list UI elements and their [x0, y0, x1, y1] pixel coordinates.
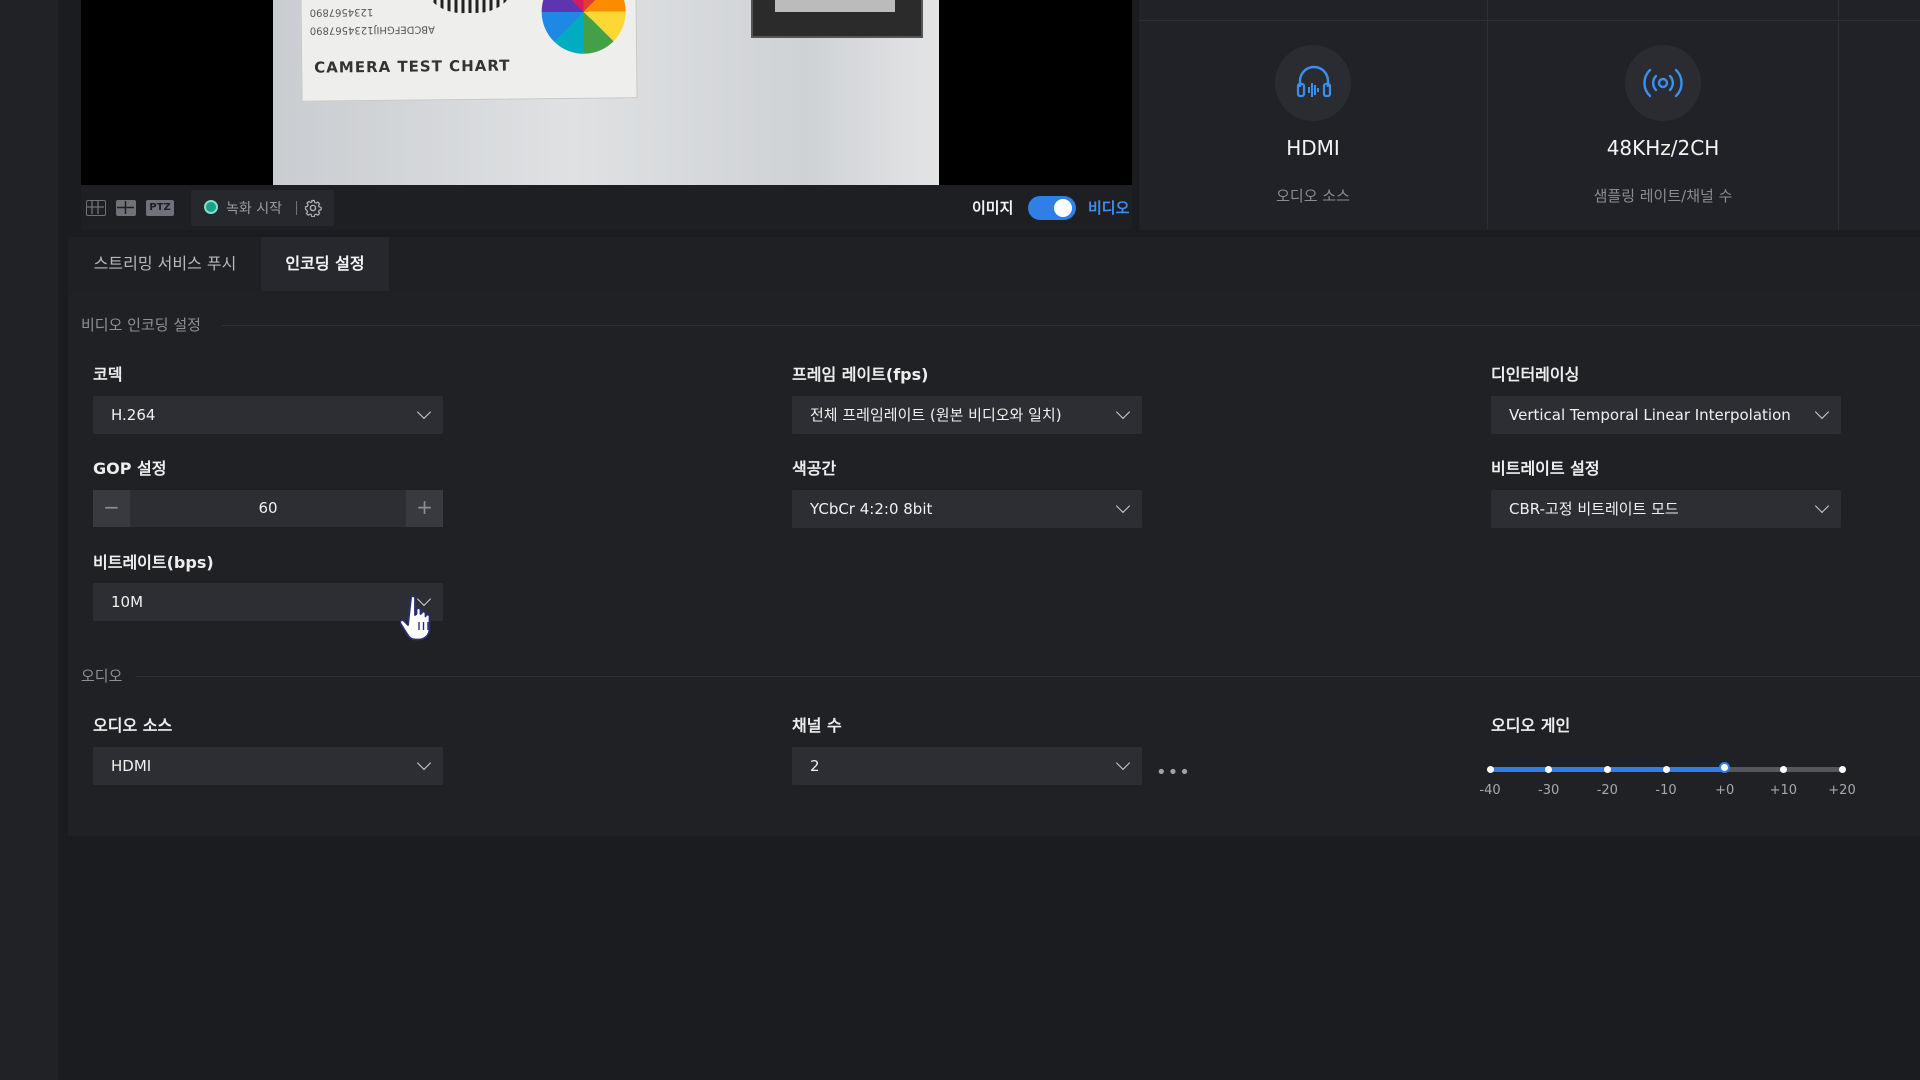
- gop-stepper: − 60 +: [93, 490, 443, 527]
- slider-step-dot: [1662, 766, 1670, 773]
- slider-step-dot: [1486, 766, 1494, 773]
- bitrate-mode-value: CBR-고정 비트레이트 모드: [1509, 500, 1679, 518]
- gain-tick-label: +10: [1769, 783, 1798, 798]
- layout-grid-icon[interactable]: [116, 200, 136, 216]
- chevron-down-icon: [416, 755, 432, 771]
- bitrate-mode-label: 비트레이트 설정: [1491, 459, 1600, 478]
- frame-rate-label: 프레임 레이트(fps): [792, 365, 929, 384]
- section-divider: [222, 325, 1920, 326]
- audio-section-title: 오디오: [81, 667, 123, 685]
- slider-step-dot: [1603, 766, 1611, 773]
- codec-value: H.264: [111, 406, 156, 424]
- slider-thumb[interactable]: [1719, 762, 1731, 773]
- bitrate-label: 비트레이트(bps): [93, 553, 214, 572]
- sample-rate-value: 48KHz/2CH: [1606, 136, 1720, 160]
- bitrate-select[interactable]: 10M: [93, 583, 443, 621]
- section-divider: [136, 676, 1920, 677]
- tab-streaming-push[interactable]: 스트리밍 서비스 푸시: [80, 237, 250, 291]
- audio-gain-label: 오디오 게인: [1491, 716, 1571, 735]
- color-space-value: YCbCr 4:2:0 8bit: [810, 500, 933, 518]
- chart-caption: CAMERA TEST CHART: [314, 56, 511, 77]
- audio-gain-slider[interactable]: [1486, 762, 1846, 773]
- gain-tick-label: -30: [1538, 783, 1560, 798]
- codec-select[interactable]: H.264: [93, 396, 443, 434]
- gain-tick-label: -20: [1596, 783, 1618, 798]
- channels-label: 채널 수: [792, 716, 842, 735]
- deinterlace-select[interactable]: Vertical Temporal Linear Interpolation: [1491, 396, 1841, 434]
- sample-rate-caption: 샘플링 레이트/채널 수: [1593, 187, 1733, 205]
- gop-input[interactable]: 60: [130, 490, 406, 527]
- plus-icon[interactable]: +: [406, 490, 443, 527]
- ptz-button[interactable]: PTZ: [146, 200, 174, 216]
- gain-tick-label: -40: [1479, 783, 1501, 798]
- status-divider: [1139, 20, 1920, 21]
- chevron-down-icon: [1814, 404, 1830, 420]
- chevron-down-icon: [416, 404, 432, 420]
- gain-tick-label: +20: [1828, 783, 1856, 798]
- sample-rate-badge: [1625, 45, 1701, 121]
- frame-rate-value: 전체 프레임레이트 (원본 비디오와 일치): [810, 406, 1062, 424]
- chart-resolution-lines: [419, 0, 520, 14]
- deinterlace-label: 디인터레이싱: [1491, 365, 1580, 384]
- video-encoding-section-title: 비디오 인코딩 설정: [81, 316, 201, 334]
- chart-plate: [751, 0, 923, 38]
- video-preview: 1234567890 ABCDEFGHIJ1234567890 CAMERA T…: [81, 0, 1132, 185]
- color-space-label: 색공간: [792, 459, 837, 478]
- bitrate-value: 10M: [111, 593, 144, 611]
- status-divider: [1487, 0, 1488, 230]
- audio-source-select[interactable]: HDMI: [93, 747, 443, 785]
- hand-cursor-icon: [399, 594, 440, 648]
- audio-source-label: 오디오 소스: [93, 716, 173, 735]
- chevron-down-icon: [1115, 755, 1131, 771]
- channels-value: 2: [810, 757, 820, 775]
- color-space-select[interactable]: YCbCr 4:2:0 8bit: [792, 490, 1142, 528]
- slider-step-dot: [1779, 766, 1787, 773]
- gain-tick-label: -10: [1655, 783, 1677, 798]
- video-mode-label: 비디오: [1088, 199, 1130, 217]
- gain-tick-label: +0: [1715, 783, 1735, 798]
- deinterlace-value: Vertical Temporal Linear Interpolation: [1509, 406, 1791, 424]
- status-divider: [1838, 0, 1839, 230]
- sidebar: [0, 0, 58, 1080]
- tab-encoding-settings[interactable]: 인코딩 설정: [261, 237, 389, 291]
- more-icon[interactable]: •••: [1156, 762, 1191, 783]
- chart-letters: ABCDEFGHIJ1234567890: [309, 23, 435, 36]
- audio-source-badge: [1275, 45, 1351, 121]
- record-start-button[interactable]: 녹화 시작: [226, 198, 282, 218]
- broadcast-icon: [1643, 68, 1683, 98]
- chevron-down-icon: [1814, 498, 1830, 514]
- slider-step-dot: [1838, 766, 1846, 773]
- chart-digits: 1234567890: [309, 6, 374, 18]
- toggle-knob: [1054, 199, 1072, 217]
- gop-label: GOP 설정: [93, 459, 167, 478]
- image-mode-label: 이미지: [972, 199, 1014, 217]
- codec-label: 코덱: [93, 365, 123, 384]
- audio-source-value: HDMI: [1286, 136, 1340, 160]
- chart-color-wheel: [541, 0, 627, 55]
- camera-frame: 1234567890 ABCDEFGHIJ1234567890 CAMERA T…: [273, 0, 939, 185]
- record-dot-icon[interactable]: [204, 200, 218, 214]
- frame-rate-select[interactable]: 전체 프레임레이트 (원본 비디오와 일치): [792, 396, 1142, 434]
- image-video-toggle[interactable]: [1028, 196, 1076, 220]
- headphones-icon: [1296, 65, 1332, 98]
- chevron-down-icon: [1115, 404, 1131, 420]
- audio-source-caption: 오디오 소스: [1276, 187, 1350, 205]
- audio-source-select-value: HDMI: [111, 757, 152, 775]
- channels-select[interactable]: 2: [792, 747, 1142, 785]
- gear-icon[interactable]: [304, 199, 322, 218]
- test-chart: 1234567890 ABCDEFGHIJ1234567890 CAMERA T…: [300, 0, 638, 102]
- minus-icon[interactable]: −: [93, 490, 130, 527]
- toolbar-divider: [296, 201, 297, 215]
- bitrate-mode-select[interactable]: CBR-고정 비트레이트 모드: [1491, 490, 1841, 528]
- chevron-down-icon: [1115, 498, 1131, 514]
- layout-single-icon[interactable]: [86, 200, 106, 216]
